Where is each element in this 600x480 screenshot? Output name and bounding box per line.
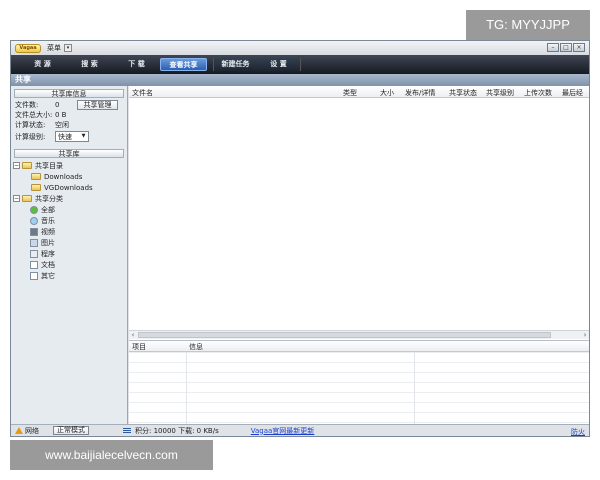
score-text: 积分: 10000 下载: 0 KB/s (135, 426, 219, 435)
calc-level-label: 计算级别: (15, 132, 46, 141)
tab-download[interactable]: 下 载 (113, 58, 160, 71)
scroll-right-icon[interactable]: › (581, 331, 589, 339)
folder-icon (22, 162, 32, 169)
mode-button[interactable]: 正常模式 (53, 426, 89, 435)
col-filename[interactable]: 文件名 (132, 88, 153, 98)
total-size-label: 文件总大小: (15, 111, 53, 119)
vagaa-logo: Vagaa (15, 43, 41, 53)
tree-node-category[interactable]: 图片 (13, 237, 127, 248)
tree-label: 图片 (41, 238, 55, 247)
other-file-icon (30, 271, 38, 280)
title-bar: Vagaa 菜单 ▾ – □ × (11, 41, 589, 55)
tree-label: 程序 (41, 249, 55, 258)
detail-panel: 项目 信息 (129, 340, 589, 425)
image-icon (30, 238, 38, 247)
tree-label: 音乐 (41, 216, 55, 225)
tree-label: 文档 (41, 260, 55, 269)
tree-label: 共享目录 (35, 161, 63, 170)
calc-level-value: 快速 (58, 132, 72, 141)
nav-action-group: 新建任务 设 置 (213, 58, 301, 71)
close-button[interactable]: × (573, 43, 585, 52)
tree-node-share-cat[interactable]: − 共享分类 (13, 193, 127, 204)
file-count-label: 文件数: (15, 101, 39, 109)
tree-node-dir[interactable]: VGDownloads (13, 182, 127, 193)
col-publish[interactable]: 发布/详情 (405, 88, 435, 98)
menu-button[interactable]: 菜单 (47, 43, 61, 53)
tree-node-category[interactable]: 音乐 (13, 215, 127, 226)
calc-state-value: 空闲 (55, 121, 69, 129)
tree-node-share-dir[interactable]: − 共享目录 (13, 160, 127, 171)
left-panel: 共享库信息 文件数: 0 共享管理 文件总大小: 0 B 计算状态: 空闲 计算… (11, 86, 128, 424)
share-tree: − 共享目录 Downloads VGDownloads − 共享分类 全部 音… (11, 160, 127, 281)
share-manage-button[interactable]: 共享管理 (77, 100, 118, 110)
stats-icon (123, 427, 131, 434)
folder-icon (31, 184, 41, 191)
tree-node-category[interactable]: 全部 (13, 204, 127, 215)
tree-label: 全部 (41, 205, 55, 214)
music-icon (30, 216, 38, 225)
folder-icon (31, 173, 41, 180)
app-window: Vagaa 菜单 ▾ – □ × 资 源 搜 索 下 载 查看共享 新建任务 设… (10, 40, 590, 437)
scroll-left-icon[interactable]: ‹ (129, 331, 137, 339)
minimize-button[interactable]: – (547, 43, 559, 52)
scroll-thumb[interactable] (138, 332, 551, 338)
file-panel: 文件名 类型 大小 发布/详情 共享状态 共享级别 上传次数 最后经 ‹ › 项… (129, 86, 589, 425)
col-last[interactable]: 最后经 (562, 88, 583, 98)
file-count-value: 0 (55, 101, 60, 109)
status-bar: 网络 正常模式 积分: 10000 下载: 0 KB/s Vagaa官网最新更新… (11, 424, 589, 436)
col-share-level[interactable]: 共享级别 (486, 88, 514, 98)
tab-view-share[interactable]: 查看共享 (160, 58, 207, 71)
maximize-button[interactable]: □ (560, 43, 572, 52)
calc-state-label: 计算状态: (15, 121, 46, 129)
col-share-state[interactable]: 共享状态 (449, 88, 477, 98)
video-icon (30, 227, 38, 236)
horizontal-scrollbar[interactable]: ‹ › (129, 330, 589, 339)
news-link[interactable]: Vagaa官网最新更新 (251, 426, 315, 436)
tree-label: VGDownloads (44, 183, 93, 192)
tree-label: 共享分类 (35, 194, 63, 203)
folder-icon (22, 195, 32, 202)
tree-label: 其它 (41, 271, 55, 280)
warning-icon (15, 427, 23, 434)
col-type[interactable]: 类型 (343, 88, 357, 98)
detail-grid[interactable] (129, 352, 589, 425)
document-icon (30, 260, 38, 269)
main-nav: 资 源 搜 索 下 载 查看共享 新建任务 设 置 (11, 55, 589, 74)
detail-header: 项目 信息 (129, 341, 589, 352)
share-info-header[interactable]: 共享库信息 (14, 89, 124, 98)
chevron-down-icon[interactable]: ▼ (80, 133, 87, 140)
all-files-icon (30, 205, 38, 214)
site-watermark: www.baijialecelvecn.com (10, 440, 213, 470)
tree-label: Downloads (44, 172, 83, 181)
window-controls: – □ × (547, 43, 585, 52)
total-size-value: 0 B (55, 111, 67, 119)
section-title: 共享 (11, 74, 589, 86)
col-item[interactable]: 项目 (132, 342, 146, 352)
settings-button[interactable]: 设 置 (257, 58, 300, 71)
firewall-link[interactable]: 防火 (571, 427, 585, 437)
collapse-icon[interactable]: − (13, 195, 20, 202)
new-task-button[interactable]: 新建任务 (214, 58, 257, 71)
col-upload-count[interactable]: 上传次数 (524, 88, 552, 98)
col-info[interactable]: 信息 (189, 342, 203, 352)
tree-node-category[interactable]: 文档 (13, 259, 127, 270)
tg-tag: TG: MYYJJPP (466, 10, 590, 40)
share-library-header[interactable]: 共享库 (14, 149, 124, 158)
tree-node-category[interactable]: 程序 (13, 248, 127, 259)
tree-node-category[interactable]: 其它 (13, 270, 127, 281)
file-list-header: 文件名 类型 大小 发布/详情 共享状态 共享级别 上传次数 最后经 (129, 86, 589, 98)
col-size[interactable]: 大小 (380, 88, 394, 98)
tab-search[interactable]: 搜 索 (66, 58, 113, 71)
collapse-icon[interactable]: − (13, 162, 20, 169)
tree-label: 视频 (41, 227, 55, 236)
tree-node-dir[interactable]: Downloads (13, 171, 127, 182)
menu-dropdown-icon[interactable]: ▾ (64, 44, 72, 52)
network-status[interactable]: 网络 (25, 426, 39, 436)
program-icon (30, 249, 38, 258)
calc-level-select[interactable]: 快速 ▼ (55, 131, 89, 142)
file-list[interactable] (129, 98, 589, 330)
tree-node-category[interactable]: 视频 (13, 226, 127, 237)
tab-resources[interactable]: 资 源 (19, 58, 66, 71)
